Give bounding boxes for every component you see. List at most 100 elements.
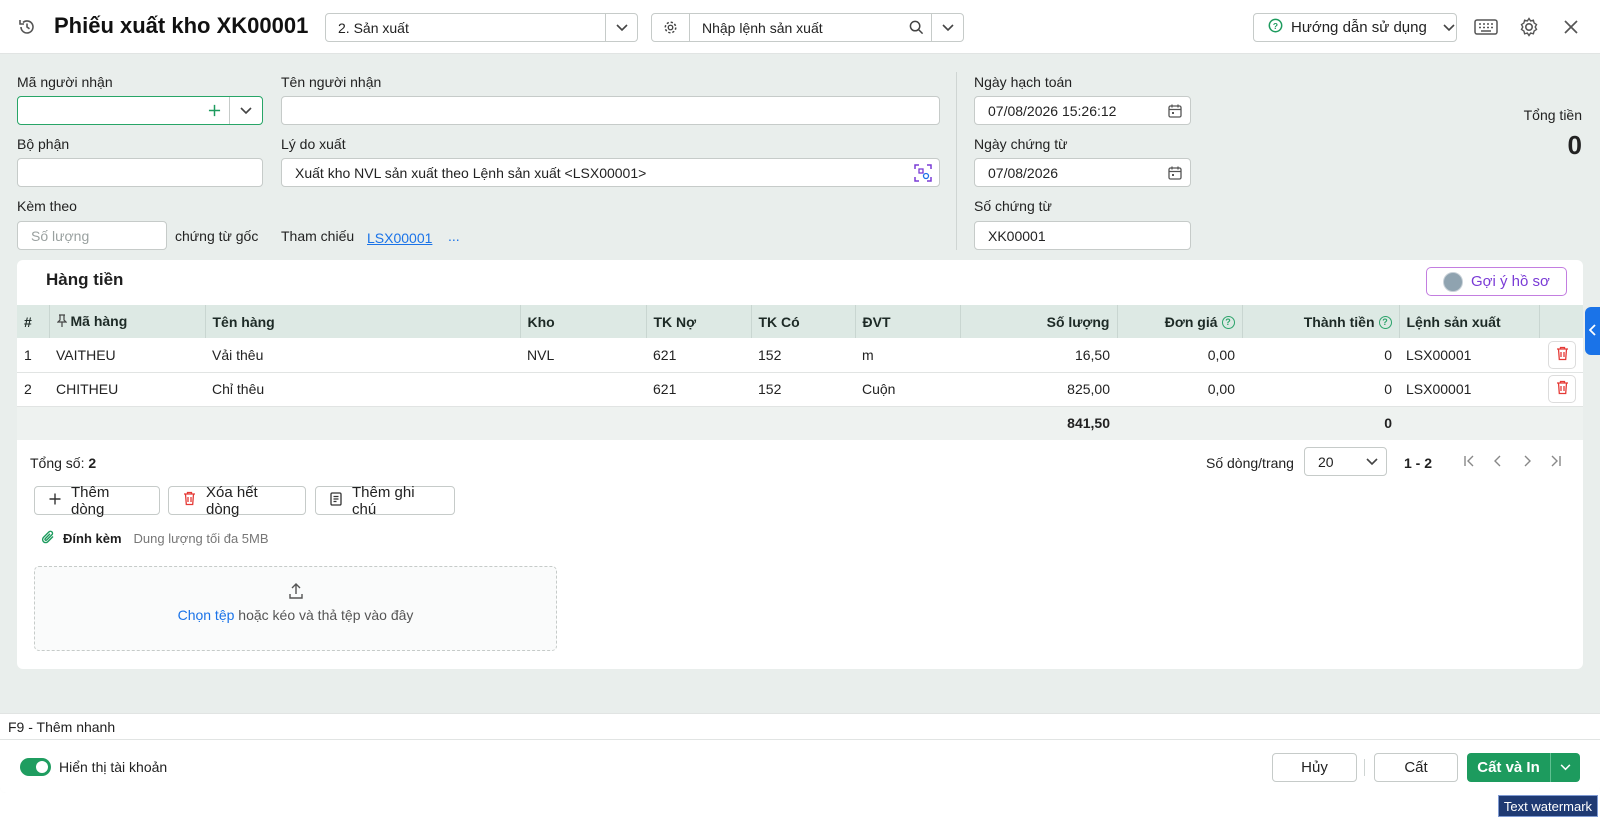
receiver-code-field[interactable]: [17, 96, 263, 125]
production-order-search[interactable]: Nhập lệnh sản xuất: [651, 13, 964, 42]
help-button[interactable]: ? Hướng dẫn sử dụng: [1253, 13, 1457, 42]
attachment-limit: Dung lượng tối đa 5MB: [133, 531, 269, 546]
posting-date-label: Ngày hạch toán: [974, 74, 1073, 90]
reason-field[interactable]: Xuất kho NVL sản xuất theo Lệnh sản xuất…: [281, 158, 940, 187]
purpose-select[interactable]: 2. Sản xuất: [325, 13, 638, 42]
voucher-date-field[interactable]: 07/08/2026: [974, 158, 1191, 187]
department-label: Bộ phận: [17, 136, 70, 152]
show-accounts-label: Hiển thị tài khoản: [59, 759, 168, 775]
cell-amount[interactable]: 0: [1242, 372, 1399, 407]
help-circle-icon[interactable]: ?: [1221, 316, 1235, 330]
cell-warehouse[interactable]: NVL: [520, 338, 646, 373]
department-field[interactable]: [17, 158, 263, 187]
col-header-qty[interactable]: Số lượng: [960, 305, 1118, 338]
receiver-name-field[interactable]: [281, 96, 940, 125]
col-header-warehouse[interactable]: Kho: [520, 305, 647, 338]
col-header-credit[interactable]: TK Có: [751, 305, 856, 338]
col-header-code[interactable]: Mã hàng: [49, 305, 206, 338]
cell-debit[interactable]: 621: [646, 338, 751, 373]
dropzone-text: Chọn tệp hoặc kéo và thả tệp vào đây: [35, 607, 556, 623]
cell-code[interactable]: CHITHEU: [49, 372, 205, 407]
add-row-label: Thêm dòng: [71, 483, 110, 518]
chevron-down-icon[interactable]: [605, 14, 637, 41]
chevron-down-icon[interactable]: [931, 14, 963, 41]
reference-label: Tham chiếu: [281, 228, 355, 244]
cell-unit[interactable]: Cuộn: [855, 372, 960, 407]
cell-price[interactable]: 0,00: [1117, 338, 1242, 373]
save-button[interactable]: Cất: [1374, 753, 1458, 782]
rows-per-page-select[interactable]: 20: [1304, 447, 1387, 476]
search-icon[interactable]: [901, 20, 931, 35]
voucher-no-field[interactable]: XK00001: [974, 221, 1191, 250]
col-header-debit[interactable]: TK Nợ: [646, 305, 752, 338]
production-order-input[interactable]: Nhập lệnh sản xuất: [690, 20, 901, 36]
settings-gear-icon[interactable]: [1517, 15, 1541, 39]
cell-name[interactable]: Vải thêu: [205, 338, 520, 373]
file-dropzone[interactable]: Chọn tệp hoặc kéo và thả tệp vào đây: [34, 566, 557, 651]
cell-order[interactable]: LSX00001: [1399, 338, 1539, 373]
col-header-amount[interactable]: Thành tiền?: [1242, 305, 1400, 338]
col-header-amount-label: Thành tiền: [1303, 313, 1375, 330]
delete-row-button[interactable]: [1548, 340, 1576, 369]
total-spacer: [1399, 406, 1583, 440]
add-row-button[interactable]: Thêm dòng: [34, 483, 160, 518]
items-section-title: Hàng tiền: [46, 270, 124, 289]
cell-name[interactable]: Chỉ thêu: [205, 372, 520, 407]
svg-text:?: ?: [1273, 21, 1278, 31]
table-row[interactable]: 2 CHITHEU Chỉ thêu 621 152 Cuộn 825,00 0…: [17, 372, 1583, 407]
cell-code[interactable]: VAITHEU: [49, 338, 205, 373]
footer-bar: Hiển thị tài khoản Hủy Cất Cất và In: [0, 739, 1600, 793]
delete-all-rows-label: Xóa hết dòng: [206, 483, 258, 518]
pin-icon[interactable]: [56, 314, 67, 330]
form-divider: [956, 72, 957, 250]
history-icon[interactable]: [15, 15, 39, 39]
first-page-icon[interactable]: [1458, 450, 1480, 472]
reference-link[interactable]: LSX00001: [367, 230, 432, 246]
calendar-icon[interactable]: [1160, 104, 1190, 118]
help-circle-icon[interactable]: ?: [1378, 316, 1392, 330]
keyboard-icon[interactable]: [1474, 15, 1498, 39]
close-icon[interactable]: [1559, 15, 1583, 39]
suggest-profile-button[interactable]: Gợi ý hồ sơ: [1426, 267, 1567, 296]
choose-file-link[interactable]: Chọn tệp: [178, 607, 235, 623]
cell-qty[interactable]: 825,00: [960, 372, 1117, 407]
chevron-down-icon[interactable]: [229, 97, 262, 124]
cancel-button[interactable]: Hủy: [1272, 753, 1357, 782]
cell-warehouse[interactable]: [520, 372, 646, 407]
cell-unit[interactable]: m: [855, 338, 960, 373]
side-panel-toggle[interactable]: [1585, 307, 1600, 355]
original-docs-label: chứng từ gốc: [175, 228, 259, 244]
save-print-button[interactable]: Cất và In: [1467, 753, 1551, 782]
cell-credit[interactable]: 152: [751, 338, 855, 373]
add-note-button[interactable]: Thêm ghi chú: [315, 484, 455, 518]
rows-per-page-value: 20: [1318, 453, 1334, 470]
col-header-order[interactable]: Lệnh sản xuất: [1399, 305, 1540, 338]
cell-order[interactable]: LSX00001: [1399, 372, 1539, 407]
calendar-icon[interactable]: [1160, 166, 1190, 180]
posting-date-value: 07/08/2026 15:26:12: [988, 102, 1117, 119]
attached-count-field[interactable]: Số lượng: [17, 221, 167, 250]
delete-all-rows-button[interactable]: Xóa hết dòng: [168, 483, 306, 518]
ai-scan-icon[interactable]: [907, 163, 939, 182]
col-header-unit[interactable]: ĐVT: [855, 305, 961, 338]
add-icon[interactable]: [199, 104, 229, 117]
col-header-price[interactable]: Đơn giá?: [1117, 305, 1243, 338]
cell-debit[interactable]: 621: [646, 372, 751, 407]
voucher-date-label: Ngày chứng từ: [974, 136, 1068, 152]
cell-amount[interactable]: 0: [1242, 338, 1399, 373]
prev-page-icon[interactable]: [1487, 450, 1509, 472]
delete-row-button[interactable]: [1548, 375, 1576, 403]
cell-credit[interactable]: 152: [751, 372, 855, 407]
show-accounts-toggle[interactable]: [20, 758, 51, 776]
last-page-icon[interactable]: [1545, 450, 1567, 472]
posting-date-field[interactable]: 07/08/2026 15:26:12: [974, 96, 1191, 125]
gear-icon[interactable]: [652, 14, 690, 41]
cell-price[interactable]: 0,00: [1117, 372, 1242, 407]
cell-qty[interactable]: 16,50: [960, 338, 1117, 373]
table-row[interactable]: 1 VAITHEU Vải thêu NVL 621 152 m 16,50 0…: [17, 338, 1583, 373]
col-header-name[interactable]: Tên hàng: [205, 305, 521, 338]
trash-icon: [1556, 346, 1569, 364]
chevron-down-icon[interactable]: [1551, 753, 1580, 782]
next-page-icon[interactable]: [1516, 450, 1538, 472]
reference-more-button[interactable]: ...: [448, 228, 460, 244]
